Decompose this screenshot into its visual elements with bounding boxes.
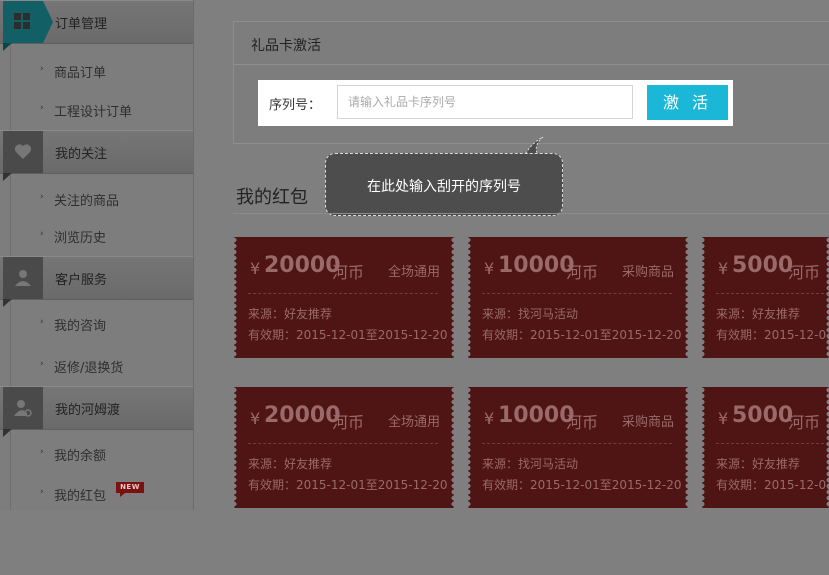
sidebar-item-returns[interactable]: › 返修/退换货	[0, 346, 193, 384]
coupon-amount: 10000	[498, 403, 575, 428]
coupon-source: 来源：找河马活动	[482, 307, 579, 321]
sidebar: 订单管理 › 商品订单 › 工程设计订单 我的关注 › 关注的商品 › 浏览历史…	[0, 0, 194, 510]
chevron-right-icon: ›	[40, 229, 44, 239]
sidebar-item-label: 浏览历史	[54, 231, 107, 246]
coupon-amount: 5000	[732, 403, 794, 428]
sidebar-section-title: 客户服务	[55, 273, 108, 288]
coupon-amount: 20000	[264, 253, 341, 278]
coupon-card[interactable]: ¥ 20000 河币 全场通用 来源：好友推荐 有效期：2015-12-01至2…	[234, 237, 454, 358]
section-badge	[3, 257, 43, 307]
section-badge	[3, 1, 53, 51]
activate-button[interactable]: 激 活	[647, 85, 728, 120]
coupon-divider	[248, 293, 438, 294]
coupon-unit: 河币	[788, 263, 821, 282]
coupon-validity: 有效期：2015-12-01至2015-12-20	[716, 328, 829, 342]
sidebar-item-balance[interactable]: › 我的余额	[0, 434, 193, 472]
sidebar-section-service[interactable]: 客户服务	[0, 256, 193, 307]
coupon-unit: 河币	[566, 263, 599, 282]
coupon-source: 来源：好友推荐	[716, 457, 801, 471]
sidebar-item-label: 我的余额	[54, 449, 107, 464]
coupon-validity: 有效期：2015-12-01至2015-12-20	[248, 478, 448, 492]
yen-sign: ¥	[718, 409, 729, 428]
heart-icon	[14, 144, 32, 159]
sidebar-item-red-packets[interactable]: › 我的红包	[0, 474, 193, 512]
coupon-divider	[482, 443, 672, 444]
sidebar-item-consult[interactable]: › 我的咨询	[0, 304, 193, 342]
section-divider	[233, 213, 829, 214]
coupon-card[interactable]: ¥ 10000 河币 采购商品 来源：找河马活动 有效期：2015-12-01至…	[468, 237, 688, 358]
chevron-right-icon: ›	[40, 447, 44, 457]
coupon-source: 来源：好友推荐	[248, 457, 333, 471]
serial-label: 序列号：	[269, 98, 322, 113]
serial-form: 序列号： 激 活	[258, 80, 733, 126]
sidebar-item-label: 我的咨询	[54, 319, 107, 334]
coupon-source: 来源：好友推荐	[248, 307, 333, 321]
chevron-right-icon: ›	[40, 359, 44, 369]
user-settings-icon	[14, 400, 32, 417]
sidebar-item-browse-history[interactable]: › 浏览历史	[0, 216, 193, 254]
grid-icon	[14, 13, 30, 29]
coupon-scope: 采购商品	[621, 415, 674, 430]
sidebar-section-title: 订单管理	[55, 17, 108, 32]
coupon-unit: 河币	[332, 263, 365, 282]
yen-sign: ¥	[484, 259, 495, 278]
coupon-amount: 5000	[732, 253, 794, 278]
sidebar-item-followed-products[interactable]: › 关注的商品	[0, 179, 193, 217]
yen-sign: ¥	[484, 409, 495, 428]
yen-sign: ¥	[718, 259, 729, 278]
chevron-right-icon: ›	[40, 64, 44, 74]
sidebar-section-follow[interactable]: 我的关注	[0, 130, 193, 181]
coupon-card[interactable]: ¥ 5000 河币 来源：好友推荐 有效期：2015-12-01至2015-12…	[702, 387, 829, 508]
coupon-divider	[716, 443, 829, 444]
coupon-amount: 20000	[264, 403, 341, 428]
sidebar-item-label: 返修/退换货	[54, 361, 124, 376]
coupon-unit: 河币	[332, 413, 365, 432]
sidebar-item-label: 商品订单	[54, 66, 107, 81]
coupon-scope: 全场通用	[387, 415, 440, 430]
sidebar-item-product-orders[interactable]: › 商品订单	[0, 51, 193, 89]
coupon-validity: 有效期：2015-12-01至2015-12-20	[482, 328, 682, 342]
yen-sign: ¥	[250, 259, 261, 278]
coupon-card[interactable]: ¥ 20000 河币 全场通用 来源：好友推荐 有效期：2015-12-01至2…	[234, 387, 454, 508]
coupon-validity: 有效期：2015-12-01至2015-12-20	[248, 328, 448, 342]
serial-hint-tooltip: 在此处输入刮开的序列号	[325, 153, 563, 216]
sidebar-section-title: 我的关注	[55, 147, 108, 162]
coupon-validity: 有效期：2015-12-01至2015-12-20	[482, 478, 682, 492]
chevron-right-icon: ›	[40, 103, 44, 113]
coupon-validity: 有效期：2015-12-01至2015-12-20	[716, 478, 829, 492]
sidebar-section-title: 我的河姆渡	[55, 403, 121, 418]
user-icon	[15, 270, 31, 286]
coupon-source: 来源：好友推荐	[716, 307, 801, 321]
chevron-right-icon: ›	[40, 317, 44, 327]
sidebar-item-label: 关注的商品	[54, 194, 120, 209]
sidebar-item-label: 我的红包	[54, 489, 107, 504]
coupon-divider	[716, 293, 829, 294]
yen-sign: ¥	[250, 409, 261, 428]
coupon-divider	[482, 293, 672, 294]
coupon-unit: 河币	[788, 413, 821, 432]
coupon-unit: 河币	[566, 413, 599, 432]
sidebar-item-label: 工程设计订单	[54, 105, 133, 120]
serial-input[interactable]	[337, 85, 633, 119]
coupon-scope: 采购商品	[621, 265, 674, 280]
coupon-divider	[248, 443, 438, 444]
panel-title: 礼品卡激活	[251, 38, 321, 54]
coupon-source: 来源：找河马活动	[482, 457, 579, 471]
section-badge	[3, 387, 43, 437]
coupon-card[interactable]: ¥ 5000 河币 来源：好友推荐 有效期：2015-12-01至2015-12…	[702, 237, 829, 358]
tooltip-text: 在此处输入刮开的序列号	[367, 179, 521, 195]
coupon-scope: 全场通用	[387, 265, 440, 280]
chevron-right-icon: ›	[40, 192, 44, 202]
coupon-card[interactable]: ¥ 10000 河币 采购商品 来源：找河马活动 有效期：2015-12-01至…	[468, 387, 688, 508]
new-badge: NEW	[116, 482, 144, 497]
panel-header: 礼品卡激活	[234, 22, 829, 65]
section-title: 我的红包	[236, 187, 308, 208]
sidebar-item-design-orders[interactable]: › 工程设计订单	[0, 90, 193, 128]
section-badge	[3, 131, 43, 181]
coupon-amount: 10000	[498, 253, 575, 278]
sidebar-section-hemudu[interactable]: 我的河姆渡	[0, 386, 193, 437]
chevron-right-icon: ›	[40, 487, 44, 497]
sidebar-section-orders[interactable]: 订单管理	[0, 0, 193, 51]
